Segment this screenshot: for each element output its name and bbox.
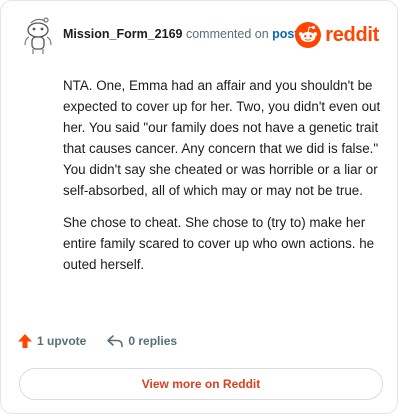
upvote-button[interactable]: 1 upvote [17,333,86,349]
avatar[interactable] [21,15,57,55]
reddit-snoo-icon [295,22,322,48]
comment-paragraph: NTA. One, Emma had an affair and you sho… [63,78,381,198]
action-text: commented on [185,27,269,41]
author-line: Mission_Form_2169 commented on post [63,27,299,41]
view-more-button[interactable]: View more on Reddit [19,368,383,400]
author-name[interactable]: Mission_Form_2169 [63,27,183,41]
upvote-count: 1 upvote [37,334,87,348]
comment-actions: 1 upvote 0 replies [17,333,177,349]
reddit-logo[interactable]: reddit [295,22,379,48]
comment-body: NTA. One, Emma had an affair and you sho… [63,75,385,286]
comment-paragraph: She chose to cheat. She chose to (try to… [63,215,375,272]
replies-button[interactable]: 0 replies [106,333,177,349]
reddit-wordmark: reddit [325,23,379,46]
upvote-arrow-icon [18,334,32,348]
reply-arrow-icon [107,335,124,348]
snoo-avatar-icon [24,17,52,54]
replies-count: 0 replies [128,334,178,348]
comment-card: Mission_Form_2169 commented on post redd… [0,0,398,414]
comment-header: Mission_Form_2169 commented on post redd… [21,15,381,55]
